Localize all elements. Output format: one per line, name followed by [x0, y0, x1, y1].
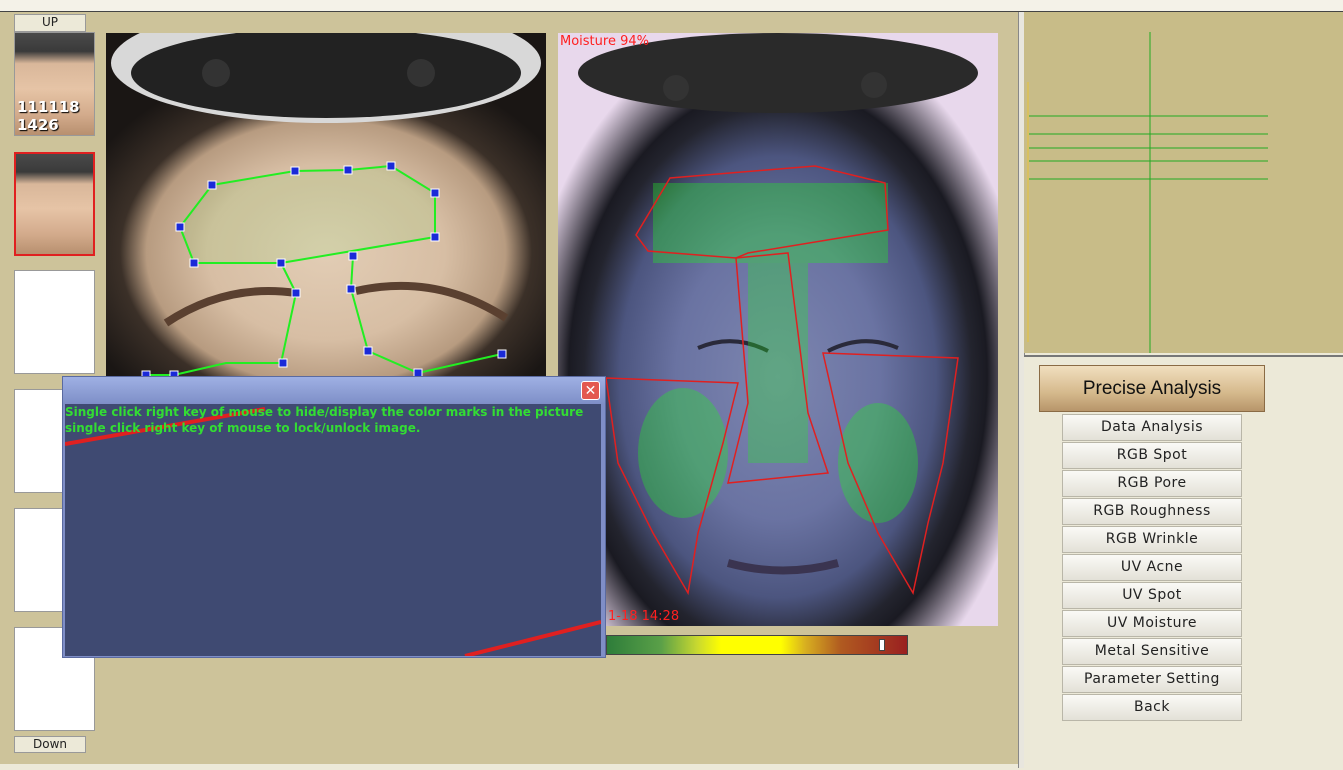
rgb-pore-button[interactable]: RGB Pore: [1062, 470, 1242, 497]
region-overlay: [111, 33, 541, 380]
thumbnail-empty-3[interactable]: [14, 270, 95, 374]
nose-right-line: [349, 255, 369, 352]
nose-left-line: [280, 262, 298, 364]
down-button[interactable]: Down: [14, 736, 86, 753]
cheek-left-moisture: [638, 388, 728, 518]
parameter-setting-button[interactable]: Parameter Setting: [1062, 666, 1242, 693]
nose-moisture: [748, 263, 808, 463]
capture-timestamp: 1-18 14:28: [608, 609, 680, 624]
cheek-left-line: [146, 362, 283, 376]
magnified-image[interactable]: Single click right key of mouse to hide/…: [65, 404, 601, 656]
magnifier-title-bar[interactable]: [63, 377, 605, 403]
eye-right: [827, 339, 899, 353]
clamp-left-icon: [202, 59, 230, 87]
thumbnail-id: 111118: [17, 98, 80, 116]
clamp-right-icon: [861, 72, 887, 98]
metal-sensitive-button[interactable]: Metal Sensitive: [1062, 638, 1242, 665]
precise-analysis-header: Precise Analysis: [1039, 365, 1265, 412]
hint-line-2: single click right key of mouse to lock/…: [65, 421, 421, 435]
analysis-graph: [1024, 12, 1343, 353]
forehead-region: [178, 164, 436, 264]
rgb-roughness-button[interactable]: RGB Roughness: [1062, 498, 1242, 525]
rgb-face-photo[interactable]: [106, 33, 546, 387]
rgb-spot-button[interactable]: RGB Spot: [1062, 442, 1242, 469]
magnifier-window[interactable]: ✕ Single click right key of mouse to hid…: [62, 376, 606, 658]
forehead-moisture: [653, 183, 888, 263]
uv-spot-button[interactable]: UV Spot: [1062, 582, 1242, 609]
uv-region-overlay: [578, 33, 978, 596]
magnified-overlay: [65, 407, 601, 656]
scale-marker: [879, 639, 885, 651]
hint-line-1: Single click right key of mouse to hide/…: [65, 405, 584, 419]
uv-acne-button[interactable]: UV Acne: [1062, 554, 1242, 581]
title-bar: [0, 0, 1343, 12]
cheek-right-moisture: [838, 403, 918, 523]
cheek-right-line: [367, 350, 503, 375]
eyebrow-left: [163, 287, 297, 327]
thumbnail-time: 1426: [17, 116, 59, 134]
back-button[interactable]: Back: [1062, 694, 1242, 721]
uv-moisture-photo[interactable]: Moisture 94%: [558, 33, 998, 626]
moisture-percentage: Moisture 94%: [560, 34, 649, 49]
graph-lines: [1027, 32, 1268, 353]
data-analysis-button[interactable]: Data Analysis: [1062, 414, 1242, 441]
thumbnail-2-selected[interactable]: [14, 152, 95, 256]
clamp-right-icon: [407, 59, 435, 87]
eyebrow-right: [355, 281, 509, 322]
up-button[interactable]: UP: [14, 14, 86, 32]
close-icon[interactable]: ✕: [581, 381, 600, 400]
thumbnail-1[interactable]: 111118 1426: [14, 32, 95, 136]
moisture-color-scale: [606, 635, 908, 655]
clamp-left-icon: [663, 75, 689, 101]
rgb-wrinkle-button[interactable]: RGB Wrinkle: [1062, 526, 1242, 553]
lips: [726, 559, 840, 575]
region-edge-bottom: [464, 620, 601, 656]
uv-moisture-button[interactable]: UV Moisture: [1062, 610, 1242, 637]
